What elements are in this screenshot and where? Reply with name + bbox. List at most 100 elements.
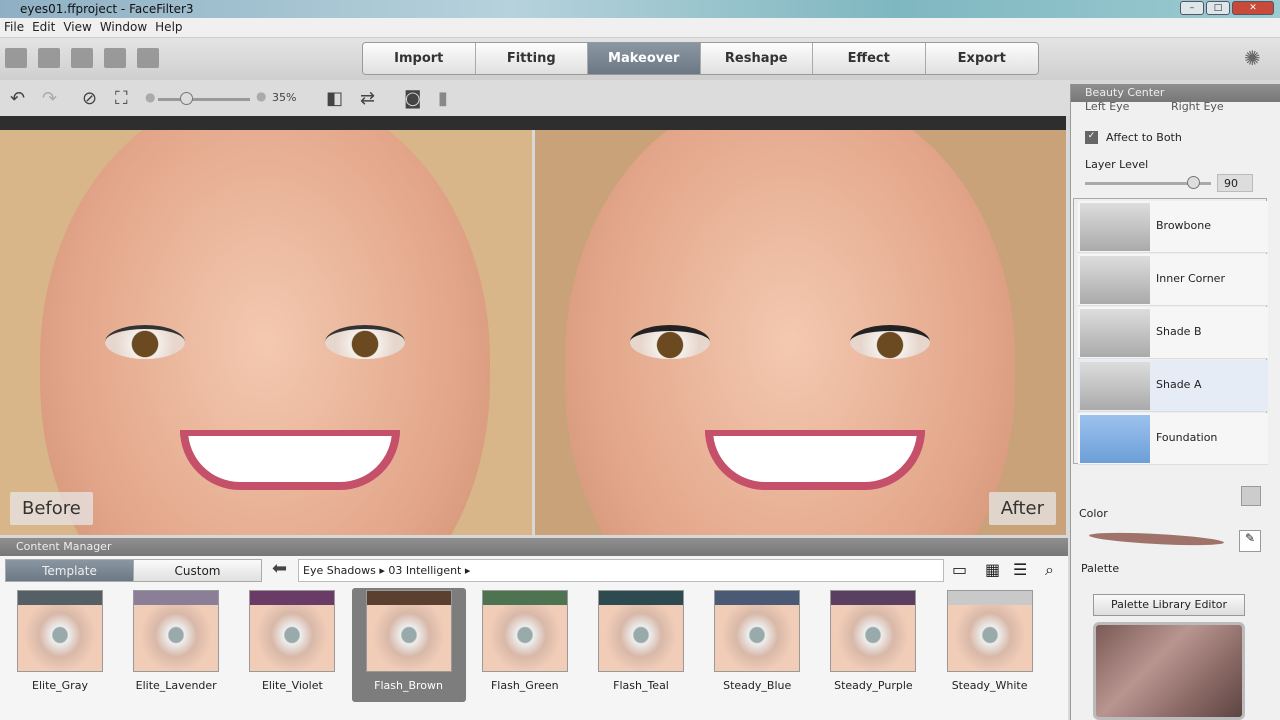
- layer-level-handle[interactable]: [1187, 176, 1200, 189]
- right-eye-radio[interactable]: Right Eye: [1171, 100, 1224, 113]
- tab-makeover[interactable]: Makeover: [588, 43, 701, 74]
- menu-edit[interactable]: Edit: [28, 18, 59, 36]
- swap-view-icon[interactable]: ⇄: [360, 88, 375, 109]
- template-name: Elite_Violet: [261, 679, 323, 692]
- content-manager: Content Manager Template Custom ⬅ Eye Sh…: [0, 538, 1068, 720]
- zoom-slider-handle[interactable]: [180, 92, 193, 105]
- save-as-icon[interactable]: [137, 48, 159, 68]
- after-label: After: [988, 492, 1056, 525]
- close-button[interactable]: ✕: [1232, 1, 1274, 15]
- grid-view-icon[interactable]: ▦: [985, 560, 1000, 579]
- template-item[interactable]: Elite_Gray: [3, 588, 117, 702]
- zoom-slider[interactable]: [158, 98, 250, 101]
- split-view-icon[interactable]: ◧: [326, 88, 343, 109]
- search-icon[interactable]: ⌕: [1045, 560, 1054, 580]
- template-name: Flash_Teal: [613, 679, 669, 692]
- template-name: Flash_Brown: [374, 679, 444, 692]
- palette-preview[interactable]: [1093, 622, 1245, 720]
- before-image[interactable]: Before: [0, 130, 532, 535]
- tab-reshape[interactable]: Reshape: [700, 43, 813, 74]
- template-item[interactable]: Flash_Green: [468, 588, 582, 702]
- tab-fitting[interactable]: Fitting: [475, 43, 588, 74]
- breadcrumb-intelligent[interactable]: 03 Intelligent: [388, 564, 461, 577]
- beauty-center-panel: Beauty Center Left Eye Right Eye ✓ Affec…: [1070, 84, 1280, 720]
- layer-item[interactable]: Shade A: [1078, 360, 1268, 412]
- template-name: Steady_Purple: [834, 679, 913, 692]
- save-template-icon[interactable]: ▭: [952, 560, 967, 579]
- layer-item[interactable]: Browbone: [1078, 201, 1268, 253]
- back-arrow-icon[interactable]: ⬅: [272, 558, 287, 579]
- menu-help[interactable]: Help: [151, 18, 186, 36]
- layer-item[interactable]: Inner Corner: [1078, 254, 1268, 306]
- affect-both-checkbox[interactable]: ✓: [1085, 131, 1098, 144]
- template-item[interactable]: Elite_Violet: [235, 588, 349, 702]
- palette-label: Palette: [1081, 562, 1120, 575]
- after-image[interactable]: After: [535, 130, 1066, 535]
- template-name: Flash_Green: [490, 679, 559, 692]
- tab-export[interactable]: Export: [925, 43, 1038, 74]
- window-title: eyes01.ffproject - FaceFilter3: [20, 2, 194, 16]
- template-thumbnail: [598, 590, 684, 672]
- list-view-icon[interactable]: ☰: [1013, 560, 1027, 579]
- template-thumbnail: [133, 590, 220, 672]
- template-item[interactable]: Steady_White: [933, 588, 1047, 702]
- reset-icon[interactable]: ⊘: [82, 88, 97, 109]
- menu-view[interactable]: View: [59, 18, 95, 36]
- affect-both-label: Affect to Both: [1106, 131, 1182, 144]
- template-thumbnail: [365, 590, 452, 672]
- title-bar: eyes01.ffproject - FaceFilter3 – □ ✕: [0, 0, 1280, 18]
- canvas-header: [0, 116, 1066, 130]
- redo-icon[interactable]: ↷: [42, 88, 57, 109]
- maximize-button[interactable]: □: [1206, 1, 1230, 15]
- template-item[interactable]: Flash_Teal: [584, 588, 698, 702]
- menu-bar: File Edit View Window Help: [0, 18, 1280, 38]
- zoom-out-icon[interactable]: ●: [145, 90, 155, 104]
- menu-file[interactable]: File: [0, 18, 28, 36]
- zoom-in-icon[interactable]: ●: [256, 89, 266, 103]
- tab-effect[interactable]: Effect: [813, 43, 926, 74]
- color-label: Color: [1079, 507, 1108, 520]
- template-item[interactable]: Elite_Lavender: [119, 588, 233, 702]
- mask-icon[interactable]: ◙: [404, 88, 421, 109]
- zoom-value: 35%: [272, 91, 297, 104]
- minimize-button[interactable]: –: [1180, 1, 1204, 15]
- breadcrumb-eye-shadows[interactable]: Eye Shadows: [303, 564, 376, 577]
- template-thumbnail: [481, 590, 568, 672]
- new-project-icon[interactable]: [5, 48, 27, 68]
- palette-library-editor-button[interactable]: Palette Library Editor: [1093, 594, 1245, 616]
- gradient-icon[interactable]: ▮: [438, 88, 448, 109]
- fit-screen-icon[interactable]: ⛶: [115, 88, 128, 109]
- open-folder-icon[interactable]: [38, 48, 60, 68]
- template-name: Elite_Gray: [32, 679, 88, 692]
- undo-icon[interactable]: ↶: [10, 88, 25, 109]
- layer-level-input[interactable]: 90: [1217, 174, 1253, 192]
- tab-import[interactable]: Import: [363, 43, 476, 74]
- template-name: Elite_Lavender: [135, 679, 217, 692]
- save-icon[interactable]: [104, 48, 126, 68]
- layer-level-label: Layer Level: [1085, 158, 1149, 171]
- left-eye-radio[interactable]: Left Eye: [1085, 100, 1129, 113]
- layer-item[interactable]: Foundation: [1078, 413, 1268, 465]
- eyedropper-icon[interactable]: ✎: [1239, 530, 1261, 552]
- main-toolbar: Import Fitting Makeover Reshape Effect E…: [0, 38, 1280, 80]
- layer-list: Browbone Inner Corner Shade B Shade A Fo…: [1073, 198, 1268, 465]
- mode-tabs: Import Fitting Makeover Reshape Effect E…: [362, 42, 1039, 75]
- template-name: Steady_Blue: [723, 679, 792, 692]
- copy-color-icon[interactable]: [1241, 486, 1261, 506]
- layer-item[interactable]: Shade B: [1078, 307, 1268, 359]
- content-manager-title: Content Manager: [0, 538, 1068, 556]
- before-label: Before: [10, 492, 93, 525]
- template-name: Steady_White: [951, 679, 1028, 692]
- template-thumbnail: [17, 590, 103, 672]
- tab-template[interactable]: Template: [5, 559, 134, 582]
- template-thumbnail: [249, 590, 336, 672]
- menu-window[interactable]: Window: [96, 18, 151, 36]
- tab-custom[interactable]: Custom: [133, 559, 262, 582]
- template-item[interactable]: Steady_Purple: [816, 588, 930, 702]
- busy-spinner-icon: ✺: [1244, 46, 1261, 70]
- template-item[interactable]: Steady_Blue: [700, 588, 814, 702]
- open-recent-icon[interactable]: [71, 48, 93, 68]
- template-item[interactable]: Flash_Brown: [351, 588, 466, 702]
- color-swatch[interactable]: [1088, 530, 1225, 548]
- breadcrumb: Eye Shadows ▸ 03 Intelligent ▸: [298, 559, 944, 582]
